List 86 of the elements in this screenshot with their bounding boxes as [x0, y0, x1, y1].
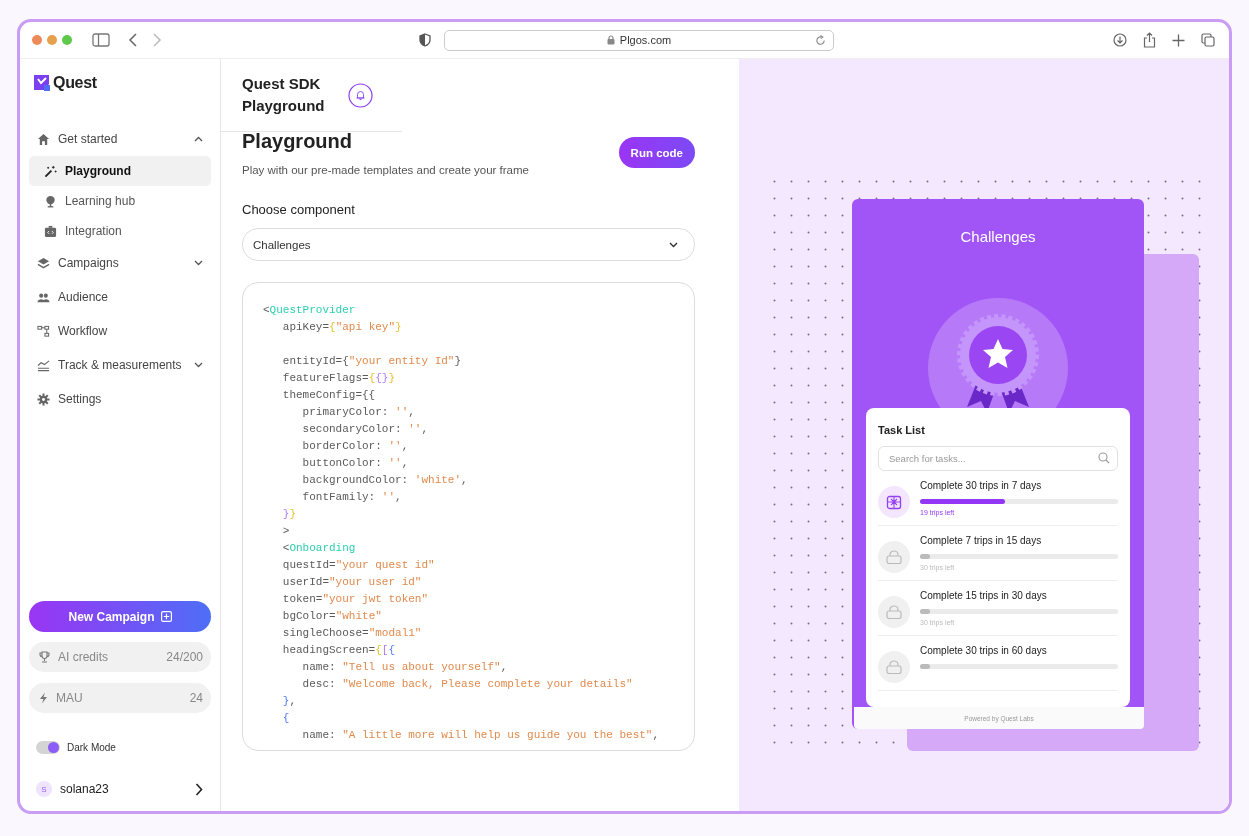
- layers-icon: [37, 256, 50, 270]
- magic-wand-icon: [44, 164, 57, 178]
- plus-square-icon: [160, 611, 172, 622]
- code-line: }}: [281, 507, 297, 522]
- code-line: <QuestProvider: [263, 303, 357, 318]
- back-icon[interactable]: [128, 33, 138, 47]
- workflow-icon: [37, 324, 50, 338]
- code-line: token="your jwt token": [281, 592, 430, 607]
- address-bar[interactable]: Plgos.com: [444, 29, 834, 51]
- trophy-icon: [39, 651, 50, 663]
- code-line: name: "A little more will help us guide you the best",: [301, 728, 661, 743]
- code-line: apiKey={"api key"}: [281, 320, 403, 335]
- home-icon: [37, 132, 50, 146]
- task-title: Complete 30 trips in 60 days: [920, 645, 1048, 656]
- nav-subitem[interactable]: Learning hub: [29, 186, 211, 216]
- notification-bell-icon[interactable]: [348, 82, 373, 108]
- code-line: <Onboarding: [281, 541, 357, 556]
- code-line: headingScreen={[{: [281, 643, 397, 658]
- code-line: secondaryColor: '',: [301, 422, 430, 437]
- task-list-title: Task List: [878, 424, 926, 436]
- gear-icon: [37, 392, 50, 406]
- lightning-icon: [39, 692, 48, 704]
- stat-value: 24/200: [166, 650, 203, 664]
- page-title: Playground: [242, 130, 353, 153]
- download-icon[interactable]: [1113, 33, 1127, 47]
- code-line: buttonColor: '',: [301, 456, 410, 471]
- chevron-down-icon: [669, 241, 678, 248]
- code-line: entityId={"your entity Id"}: [281, 354, 463, 369]
- task-title: Complete 30 trips in 7 days: [920, 480, 1043, 491]
- dark-mode-toggle[interactable]: [36, 741, 60, 754]
- nav-item[interactable]: Audience: [29, 280, 211, 314]
- code-line: desc: "Welcome back, Please complete your details": [301, 677, 634, 692]
- brand-name: Quest: [53, 74, 97, 92]
- challenge-title: Challenges: [960, 228, 1036, 245]
- chart-icon: [37, 358, 50, 372]
- code-line: borderColor: '',: [301, 439, 410, 454]
- code-line: singleChoose="modal1": [281, 626, 423, 641]
- code-line: primaryColor: '',: [301, 405, 416, 420]
- code-line: fontFamily: '',: [301, 490, 403, 505]
- nav-item[interactable]: Workflow: [29, 314, 211, 348]
- task-title: Complete 7 trips in 15 days: [920, 535, 1043, 546]
- task-title: Complete 15 trips in 30 days: [920, 590, 1048, 601]
- code-line: >: [281, 524, 291, 539]
- sidebar-toggle-icon[interactable]: [92, 33, 110, 47]
- code-line: questId="your quest id": [281, 558, 436, 573]
- toggle-label: Dark Mode: [67, 742, 116, 753]
- caret-icon[interactable]: [194, 260, 203, 266]
- nav-item[interactable]: Track & measurements: [29, 348, 211, 382]
- caret-icon[interactable]: [194, 136, 203, 142]
- nav-item[interactable]: Get started: [29, 122, 211, 156]
- code-line: userId="your user id": [281, 575, 423, 590]
- new-tab-icon[interactable]: [1172, 33, 1185, 47]
- bulb-icon: [44, 194, 57, 208]
- search-icon: [1098, 452, 1110, 464]
- tabs-overview-icon[interactable]: [1201, 33, 1215, 47]
- code-icon: [44, 224, 57, 238]
- stat-label: AI credits: [58, 650, 108, 664]
- stat-label: MAU: [56, 691, 83, 705]
- nav-item[interactable]: Campaigns: [29, 246, 211, 280]
- caret-icon[interactable]: [194, 362, 203, 368]
- field-label: Choose component: [242, 202, 356, 217]
- user-profile[interactable]: S solana23: [29, 781, 211, 797]
- new-campaign-button[interactable]: New Campaign: [29, 601, 211, 632]
- user-avatar: S: [36, 781, 52, 797]
- lock-icon: [606, 35, 615, 45]
- code-line: bgColor="white": [281, 609, 383, 624]
- share-icon[interactable]: [1143, 32, 1156, 48]
- chevron-right-icon: [195, 782, 203, 796]
- nav-subitem[interactable]: Playground: [29, 156, 211, 186]
- code-line: {: [281, 711, 291, 726]
- code-line: themeConfig={{: [281, 388, 377, 403]
- code-line: name: "Tell us about yourself",: [301, 660, 509, 675]
- component-dropdown[interactable]: Challenges: [242, 228, 695, 261]
- quest-logo-icon: [33, 74, 51, 92]
- page-subtitle: Play with our pre-made templates and create your frame: [242, 164, 529, 176]
- reload-icon[interactable]: [815, 34, 826, 46]
- code-line: },: [281, 694, 297, 709]
- shield-icon[interactable]: [419, 33, 431, 47]
- stat-value: 24: [189, 691, 203, 705]
- code-line: featureFlags={{}}: [281, 371, 397, 386]
- code-line: backgroundColor: 'white',: [301, 473, 469, 488]
- page-header-title: Quest SDK Playground: [242, 74, 326, 116]
- nav-item[interactable]: Settings: [29, 382, 211, 416]
- nav-subitem[interactable]: Integration: [29, 216, 211, 246]
- run-code-button[interactable]: Run code: [618, 137, 695, 168]
- task-search-field[interactable]: Search for tasks...: [878, 446, 1118, 471]
